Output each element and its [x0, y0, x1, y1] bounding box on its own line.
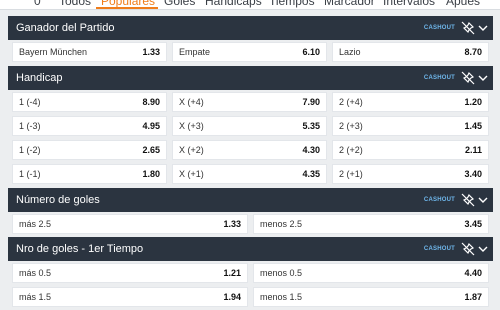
cashout-badge: CASHOUT — [423, 197, 455, 203]
odd-value: 2.65 — [142, 145, 160, 155]
odd-label: menos 1.5 — [260, 292, 303, 302]
tab-intervalos[interactable]: Intervalos — [383, 0, 435, 8]
odd-label: más 1.5 — [19, 292, 52, 302]
active-tab-indicator — [96, 7, 158, 9]
odd-label: menos 0.5 — [260, 268, 303, 278]
odd-value: 4.95 — [142, 121, 160, 131]
cashout-badge: CASHOUT — [423, 25, 455, 31]
odd-value: 4.30 — [302, 145, 320, 155]
odd-label: 2 (+1) — [339, 169, 363, 179]
odd-value: 4.35 — [302, 169, 320, 179]
odd-label: 1 (-2) — [19, 145, 41, 155]
odd-cell[interactable]: menos 0.5 4.40 — [253, 263, 489, 283]
pin-off-icon[interactable] — [461, 71, 475, 85]
odd-cell[interactable]: más 2.5 1.33 — [12, 214, 248, 234]
chevron-down-icon[interactable] — [478, 195, 488, 205]
tab-marcador[interactable]: Marcador — [324, 0, 375, 8]
market-header-ganador[interactable]: Ganador del Partido CASHOUT — [8, 16, 493, 40]
odd-cell[interactable]: 2 (+3) 1.45 — [332, 116, 489, 136]
odd-label: X (+2) — [179, 145, 204, 155]
market-tabs: 0 Todos Populares Goles Handicaps Tiempo… — [0, 0, 500, 10]
chevron-down-icon[interactable] — [478, 23, 488, 33]
pin-off-icon[interactable] — [461, 21, 475, 35]
odd-label: 2 (+2) — [339, 145, 363, 155]
market-title: Nro de goles - 1er Tiempo — [16, 243, 144, 255]
odd-value: 3.45 — [464, 219, 482, 229]
odd-cell[interactable]: 2 (+2) 2.11 — [332, 140, 489, 160]
cashout-badge: CASHOUT — [423, 246, 455, 252]
odd-cell[interactable]: 1 (-4) 8.90 — [12, 92, 167, 112]
odd-cell[interactable]: menos 1.5 1.87 — [253, 287, 489, 307]
odd-value: 7.90 — [302, 97, 320, 107]
odd-cell[interactable]: Empate 6.10 — [172, 42, 327, 62]
odd-label: X (+4) — [179, 97, 204, 107]
odd-cell[interactable]: X (+1) 4.35 — [172, 164, 327, 184]
cashout-badge: CASHOUT — [423, 75, 455, 81]
odd-value: 8.90 — [142, 97, 160, 107]
odd-cell[interactable]: más 1.5 1.94 — [12, 287, 248, 307]
odd-label: más 2.5 — [19, 219, 52, 229]
odd-cell[interactable]: 2 (+4) 1.20 — [332, 92, 489, 112]
odd-cell[interactable]: X (+2) 4.30 — [172, 140, 327, 160]
tab-goles[interactable]: Goles — [164, 0, 195, 8]
odd-value: 1.45 — [464, 121, 482, 131]
odd-value: 5.35 — [302, 121, 320, 131]
odd-value: 6.10 — [302, 47, 320, 57]
market-header-handicap[interactable]: Handicap CASHOUT — [8, 66, 493, 90]
tab-apuestas[interactable]: Apues — [446, 0, 480, 8]
odd-label: Empate — [179, 47, 211, 57]
odd-label: 1 (-3) — [19, 121, 41, 131]
odd-value: 1.20 — [464, 97, 482, 107]
market-header-goles-1er-tiempo[interactable]: Nro de goles - 1er Tiempo CASHOUT — [8, 237, 493, 261]
odd-cell[interactable]: 2 (+1) 3.40 — [332, 164, 489, 184]
odd-cell[interactable]: 1 (-2) 2.65 — [12, 140, 167, 160]
odd-label: X (+1) — [179, 169, 204, 179]
odd-cell[interactable]: X (+3) 5.35 — [172, 116, 327, 136]
odd-value: 1.21 — [223, 268, 241, 278]
odd-label: Lazio — [339, 47, 361, 57]
odd-cell[interactable]: Bayern München 1.33 — [12, 42, 167, 62]
odd-value: 4.40 — [464, 268, 482, 278]
pin-off-icon[interactable] — [461, 193, 475, 207]
odd-label: X (+3) — [179, 121, 204, 131]
odd-label: 1 (-4) — [19, 97, 41, 107]
odd-label: 2 (+4) — [339, 97, 363, 107]
odd-label: 1 (-1) — [19, 169, 41, 179]
tab-todos[interactable]: Todos — [59, 0, 91, 8]
tab-0[interactable]: 0 — [34, 0, 41, 8]
odd-label: menos 2.5 — [260, 219, 303, 229]
odd-value: 1.80 — [142, 169, 160, 179]
odd-cell[interactable]: 1 (-3) 4.95 — [12, 116, 167, 136]
odd-cell[interactable]: menos 2.5 3.45 — [253, 214, 489, 234]
odd-value: 8.70 — [464, 47, 482, 57]
odd-label: 2 (+3) — [339, 121, 363, 131]
odd-value: 3.40 — [464, 169, 482, 179]
market-title: Handicap — [16, 72, 63, 84]
pin-off-icon[interactable] — [461, 242, 475, 256]
market-title: Ganador del Partido — [16, 22, 115, 34]
odd-label: más 0.5 — [19, 268, 52, 278]
odd-value: 1.33 — [223, 219, 241, 229]
market-title: Número de goles — [16, 194, 100, 206]
odd-value: 1.33 — [142, 47, 160, 57]
tab-tiempos[interactable]: Tiempos — [269, 0, 315, 8]
odd-value: 1.87 — [464, 292, 482, 302]
odd-cell[interactable]: más 0.5 1.21 — [12, 263, 248, 283]
odd-value: 2.11 — [464, 145, 482, 155]
chevron-down-icon[interactable] — [478, 73, 488, 83]
market-header-numero-goles[interactable]: Número de goles CASHOUT — [8, 188, 493, 212]
chevron-down-icon[interactable] — [478, 244, 488, 254]
odd-cell[interactable]: Lazio 8.70 — [332, 42, 489, 62]
odd-value: 1.94 — [223, 292, 241, 302]
odd-label: Bayern München — [19, 47, 88, 57]
odd-cell[interactable]: X (+4) 7.90 — [172, 92, 327, 112]
odd-cell[interactable]: 1 (-1) 1.80 — [12, 164, 167, 184]
tab-handicaps[interactable]: Handicaps — [205, 0, 262, 8]
